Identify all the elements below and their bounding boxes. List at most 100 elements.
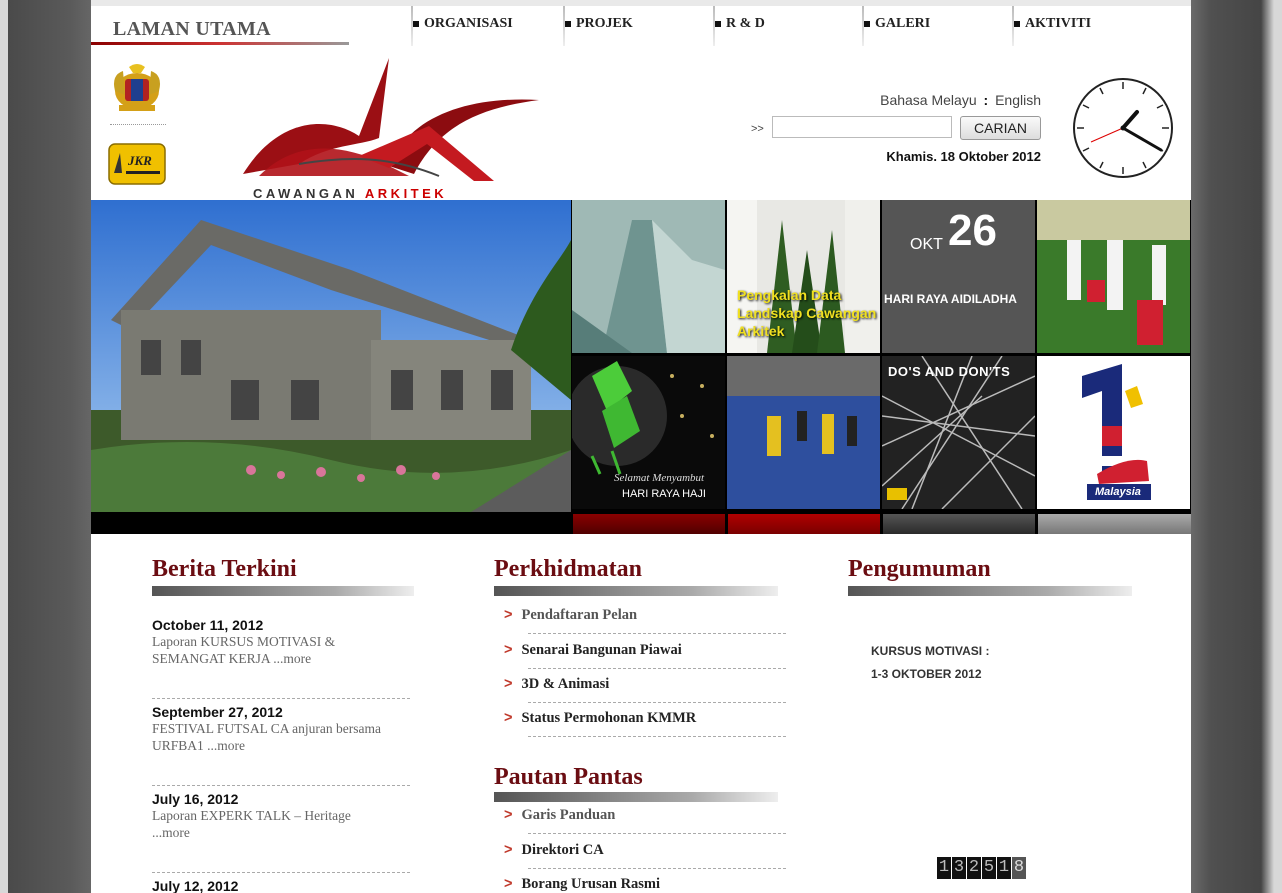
news-divider xyxy=(152,698,410,699)
news-text-link[interactable]: FESTIVAL FUTSAL CA anjuran bersama URFBA… xyxy=(152,720,392,754)
nav-item-rnd[interactable]: R & D xyxy=(713,6,765,46)
tile-bar xyxy=(573,514,725,534)
jkr-logo[interactable]: JKR xyxy=(108,143,166,185)
tile-landscape-database[interactable]: Pengkalan Data Landskap Cawangan Arkitek xyxy=(727,200,880,353)
counter-digit: 1 xyxy=(997,857,1011,879)
nav-item-organisasi[interactable]: ORGANISASI xyxy=(411,6,513,46)
nav-home-link[interactable]: LAMAN UTAMA xyxy=(113,18,271,41)
quicklinks-heading: Pautan Pantas xyxy=(494,764,643,790)
announcement-line-1[interactable]: KURSUS MOTIVASI : xyxy=(871,644,989,658)
photo-banner: Pengkalan Data Landskap Cawangan Arkitek… xyxy=(91,200,1191,534)
bullet-square-icon xyxy=(1014,21,1020,27)
news-date: October 11, 2012 xyxy=(152,617,264,633)
top-navigation: LAMAN UTAMA ORGANISASI PROJEK R & D GALE… xyxy=(91,6,1191,48)
arrow-right-icon: > xyxy=(504,842,513,858)
bullet-square-icon xyxy=(565,21,571,27)
language-switcher: Bahasa Melayu : English xyxy=(851,92,1041,108)
news-text-link[interactable]: Laporan KURSUS MOTIVASI & SEMANGAT KERJA… xyxy=(152,633,392,667)
bullet-square-icon xyxy=(413,21,419,27)
bullet-square-icon xyxy=(715,21,721,27)
nav-separator xyxy=(563,6,565,46)
cawangan-arkitek-logo[interactable] xyxy=(239,56,549,206)
svg-text:JKR: JKR xyxy=(127,153,152,168)
heading-bar xyxy=(494,586,778,596)
page-container: LAMAN UTAMA ORGANISASI PROJEK R & D GALE… xyxy=(91,6,1191,893)
news-item: July 12, 2012 xyxy=(152,878,412,893)
tile-aidiladha-caption: HARI RAYA AIDILADHA xyxy=(884,292,1017,306)
heading-bar xyxy=(494,792,778,802)
tile-futsal-photo[interactable] xyxy=(727,356,880,509)
arrow-right-icon: > xyxy=(504,876,513,892)
list-item-label: Senarai Bangunan Piawai xyxy=(521,642,682,658)
tile-landscape-caption: Pengkalan Data Landskap Cawangan Arkitek xyxy=(737,287,877,339)
news-column: Berita Terkini October 11, 2012 Laporan … xyxy=(152,554,414,893)
services-column: Perkhidmatan > Pendaftaran Pelan > Senarai… xyxy=(494,554,794,893)
service-link-status-kmmr[interactable]: > Status Permohonan KMMR xyxy=(504,710,786,737)
malaysia-crest-icon[interactable] xyxy=(107,61,167,116)
news-heading: Berita Terkini xyxy=(152,556,297,582)
nav-item-label: AKTIVITI xyxy=(1025,16,1092,31)
logo-wordmark-part1: CAWANGAN xyxy=(253,186,365,201)
counter-digit: 3 xyxy=(952,857,966,879)
tile-hari-raya-haji[interactable]: Selamat Menyambut HARI RAYA HAJI xyxy=(572,356,725,509)
logo-wordmark-part2: ARKITEK xyxy=(364,186,448,201)
nav-separator xyxy=(713,6,715,46)
tile-month: OKT xyxy=(910,236,943,253)
hero-house-image[interactable] xyxy=(91,200,571,512)
service-link-senarai-bangunan[interactable]: > Senarai Bangunan Piawai xyxy=(504,642,786,669)
search-button[interactable]: CARIAN xyxy=(960,116,1041,140)
news-text-link[interactable]: Laporan EXPERK TALK – Heritage ...more xyxy=(152,807,392,841)
nav-separator xyxy=(411,6,413,46)
news-date: July 16, 2012 xyxy=(152,791,239,807)
tile-malaysia-caption: Malaysia xyxy=(1095,486,1141,498)
list-divider xyxy=(528,702,786,703)
nav-item-galeri[interactable]: GALERI xyxy=(862,6,930,46)
tile-raya-haji-caption: HARI RAYA HAJI xyxy=(622,488,706,500)
page-background-right xyxy=(1191,0,1282,893)
nav-separator xyxy=(862,6,864,46)
nav-item-aktiviti[interactable]: AKTIVITI xyxy=(1012,6,1092,46)
tile-day: 26 xyxy=(948,206,997,255)
tile-architecture-photo[interactable] xyxy=(572,200,725,353)
list-divider xyxy=(528,736,786,737)
list-item-label: Pendaftaran Pelan xyxy=(521,607,638,623)
lang-separator: : xyxy=(983,92,989,108)
services-heading: Perkhidmatan xyxy=(494,556,643,582)
announcements-heading: Pengumuman xyxy=(848,556,991,582)
nav-item-label: ORGANISASI xyxy=(424,16,513,31)
home-underline xyxy=(91,42,349,45)
list-divider xyxy=(528,868,786,869)
service-link-pendaftaran-pelan[interactable]: > Pendaftaran Pelan xyxy=(504,607,786,634)
arrow-right-icon: > xyxy=(504,807,513,823)
nav-item-label: R & D xyxy=(726,16,765,31)
arrow-right-icon: > xyxy=(504,676,513,692)
list-divider xyxy=(528,668,786,669)
search-input[interactable] xyxy=(772,116,952,138)
announcement-line-2[interactable]: 1-3 OKTOBER 2012 xyxy=(871,667,982,681)
logo-wordmark: CAWANGAN ARKITEK xyxy=(253,186,447,201)
heading-bar xyxy=(152,586,414,596)
nav-separator xyxy=(1012,6,1014,46)
news-date: July 12, 2012 xyxy=(152,878,239,893)
list-item-label: Borang Urusan Rasmi xyxy=(521,876,661,892)
news-divider xyxy=(152,785,410,786)
crest-divider xyxy=(110,124,166,125)
tile-dos-donts-caption: DO'S AND DON'TS xyxy=(888,364,1011,379)
tile-event-photo[interactable] xyxy=(1037,200,1190,353)
counter-digit: 1 xyxy=(937,857,951,879)
tile-dos-and-donts[interactable]: DO'S AND DON'TS xyxy=(882,356,1035,509)
nav-item-projek[interactable]: PROJEK xyxy=(563,6,633,46)
heading-bar xyxy=(848,586,1132,596)
quicklink-garis-panduan[interactable]: > Garis Panduan xyxy=(504,807,786,834)
nav-item-label: PROJEK xyxy=(576,16,633,31)
news-date: September 27, 2012 xyxy=(152,704,283,720)
list-item-label: 3D & Animasi xyxy=(521,676,610,692)
quicklink-direktori-ca[interactable]: > Direktori CA xyxy=(504,842,786,869)
tile-hari-raya-aidiladha[interactable]: OKT 26 HARI RAYA AIDILADHA xyxy=(882,200,1035,353)
lang-english-link[interactable]: English xyxy=(995,92,1041,108)
ketupat-icon xyxy=(572,361,714,475)
quicklink-borang-urusan[interactable]: > Borang Urusan Rasmi xyxy=(504,876,764,893)
service-link-3d-animasi[interactable]: >3D & Animasi xyxy=(504,676,786,703)
lang-malay-link[interactable]: Bahasa Melayu xyxy=(880,92,977,108)
tile-1malaysia[interactable]: Malaysia xyxy=(1037,356,1190,509)
